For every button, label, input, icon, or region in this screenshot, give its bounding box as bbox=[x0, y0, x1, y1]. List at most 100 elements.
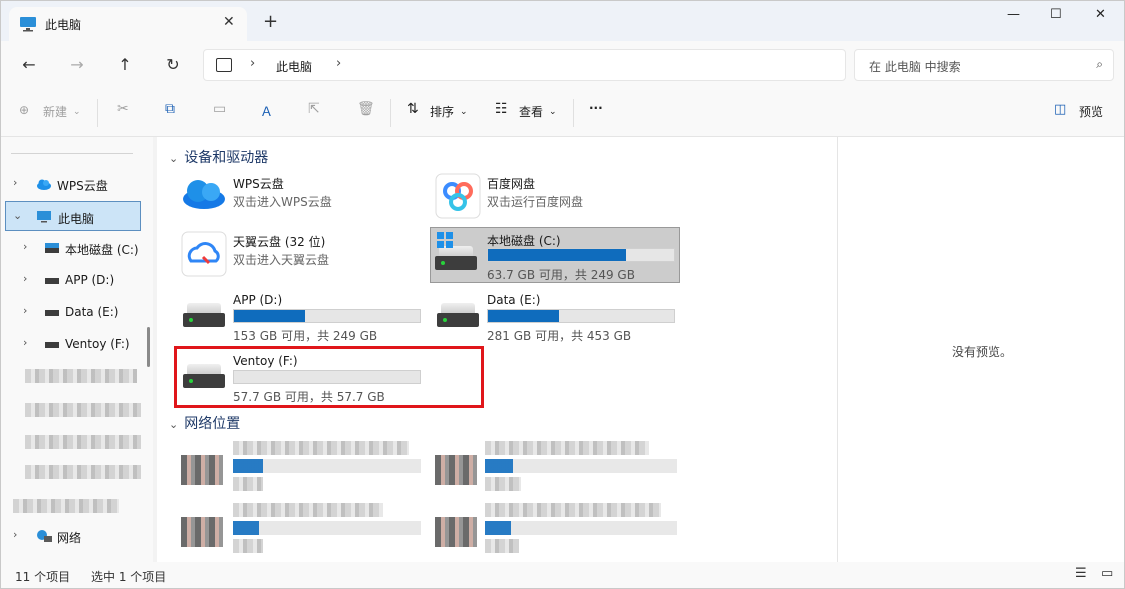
refresh-button[interactable]: ↻ bbox=[162, 54, 184, 76]
network-location-icon[interactable] bbox=[181, 517, 223, 547]
divider bbox=[11, 153, 133, 154]
divider bbox=[573, 99, 574, 127]
search-box[interactable]: 在 此电脑 中搜索 ⌕ bbox=[854, 49, 1114, 81]
tab-title: 此电脑 bbox=[45, 18, 82, 32]
search-input[interactable]: 在 此电脑 中搜索 bbox=[869, 58, 961, 75]
blurred-item[interactable] bbox=[233, 441, 409, 455]
sidebar-item-label: 此电脑 bbox=[58, 212, 95, 226]
sidebar-item-wps-cloud[interactable]: › WPS云盘 bbox=[1, 169, 146, 199]
item-drive-e[interactable]: Data (E:) 281 GB 可用，共 453 GB bbox=[411, 289, 681, 343]
chevron-right-icon[interactable]: › bbox=[23, 304, 27, 317]
blurred-item[interactable] bbox=[485, 459, 677, 473]
highlight-box bbox=[174, 346, 484, 408]
chevron-right-icon[interactable]: › bbox=[23, 240, 27, 253]
chevron-right-icon[interactable]: › bbox=[23, 336, 27, 349]
drive-name: 本地磁盘 (C:) bbox=[487, 234, 561, 248]
new-tab-button[interactable]: + bbox=[263, 13, 278, 31]
minimize-button[interactable]: — bbox=[1007, 7, 1020, 22]
search-icon: ⌕ bbox=[1096, 57, 1103, 71]
tab-this-pc[interactable]: 此电脑 ✕ bbox=[9, 7, 247, 41]
item-name: WPS云盘 bbox=[233, 177, 284, 191]
sidebar-item-label: 网络 bbox=[57, 531, 82, 545]
rename-icon[interactable]: Ａ bbox=[260, 101, 273, 120]
item-drive-c[interactable]: 本地磁盘 (C:) 63.7 GB 可用，共 249 GB bbox=[430, 227, 680, 283]
section-header-devices[interactable]: ⌄ 设备和驱动器 bbox=[169, 147, 268, 167]
chevron-right-icon[interactable]: › bbox=[23, 272, 27, 285]
drive-icon bbox=[45, 310, 59, 316]
drive-icon bbox=[437, 303, 479, 329]
preview-pane-button[interactable]: 预览 bbox=[1079, 103, 1103, 120]
sidebar-item-network[interactable]: › 网络 bbox=[1, 521, 146, 551]
item-count: 11 个项目 bbox=[15, 570, 71, 584]
view-button[interactable]: 查看 bbox=[519, 103, 543, 120]
sort-button[interactable]: 排序 bbox=[430, 103, 454, 120]
chevron-down-icon: ⌄ bbox=[549, 107, 557, 117]
blurred-item[interactable] bbox=[25, 465, 141, 479]
blurred-item[interactable] bbox=[485, 539, 519, 553]
blurred-item[interactable] bbox=[485, 521, 677, 535]
divider bbox=[390, 99, 391, 127]
chevron-down-icon: ⌄ bbox=[73, 107, 81, 117]
network-location-icon[interactable] bbox=[435, 517, 477, 547]
computer-icon bbox=[20, 17, 36, 32]
back-button[interactable]: ← bbox=[18, 54, 40, 76]
sidebar-item-drive-e[interactable]: › Data (E:) bbox=[1, 297, 146, 327]
drive-usage-bar bbox=[487, 248, 675, 262]
delete-icon[interactable]: 🗑 bbox=[357, 101, 375, 117]
chevron-down-icon[interactable]: ⌄ bbox=[13, 209, 22, 222]
forward-button[interactable]: → bbox=[66, 54, 88, 76]
file-explorer-window: 此电脑 ✕ + — ☐ ✕ ← → ↑ ↻ › 此电脑 › 在 此电脑 中搜索 … bbox=[0, 0, 1125, 589]
new-button[interactable]: 新建 bbox=[43, 103, 67, 120]
chevron-right-icon[interactable]: › bbox=[13, 528, 17, 541]
breadcrumb-separator-icon[interactable]: › bbox=[250, 56, 255, 71]
monitor-icon bbox=[216, 58, 232, 72]
more-options-button[interactable]: ··· bbox=[589, 101, 603, 115]
blurred-item[interactable] bbox=[233, 459, 421, 473]
blurred-item[interactable] bbox=[13, 499, 119, 513]
sidebar-scrollbar[interactable] bbox=[147, 327, 150, 367]
tiles-view-icon[interactable]: ▭ bbox=[1101, 566, 1113, 581]
sidebar-item-drive-f[interactable]: › Ventoy (F:) bbox=[1, 329, 146, 359]
paste-icon[interactable]: ▭ bbox=[213, 101, 226, 117]
up-button[interactable]: ↑ bbox=[114, 54, 136, 76]
item-name: 天翼云盘 (32 位) bbox=[233, 235, 326, 249]
maximize-button[interactable]: ☐ bbox=[1050, 7, 1062, 22]
breadcrumb-this-pc[interactable]: 此电脑 bbox=[276, 58, 312, 75]
item-drive-d[interactable]: APP (D:) 153 GB 可用，共 249 GB bbox=[157, 289, 427, 343]
breadcrumb-separator-icon[interactable]: › bbox=[336, 56, 341, 71]
address-bar[interactable]: › 此电脑 › bbox=[203, 49, 846, 81]
blurred-item[interactable] bbox=[25, 403, 141, 417]
share-icon[interactable]: ⇱ bbox=[308, 101, 320, 117]
tab-close-icon[interactable]: ✕ bbox=[223, 14, 235, 30]
close-window-button[interactable]: ✕ bbox=[1095, 7, 1106, 22]
windows-drive-icon bbox=[45, 243, 59, 253]
blurred-item[interactable] bbox=[485, 477, 521, 491]
chevron-down-icon: ⌄ bbox=[169, 418, 179, 431]
network-location-icon[interactable] bbox=[435, 455, 477, 485]
network-location-icon[interactable] bbox=[181, 455, 223, 485]
blurred-item[interactable] bbox=[485, 503, 661, 517]
blurred-item[interactable] bbox=[25, 369, 137, 383]
sidebar-item-label: APP (D:) bbox=[65, 273, 115, 287]
blurred-item[interactable] bbox=[233, 477, 263, 491]
sidebar-item-this-pc[interactable]: ⌄ 此电脑 bbox=[5, 201, 141, 231]
chevron-right-icon[interactable]: › bbox=[13, 176, 17, 189]
blurred-item[interactable] bbox=[233, 539, 263, 553]
computer-icon bbox=[37, 211, 51, 223]
blurred-item[interactable] bbox=[25, 435, 141, 449]
cut-icon[interactable]: ✂ bbox=[117, 101, 129, 117]
sidebar-item-drive-c[interactable]: › 本地磁盘 (C:) bbox=[1, 233, 146, 263]
sidebar-item-drive-d[interactable]: › APP (D:) bbox=[1, 265, 146, 295]
item-description: 双击进入WPS云盘 bbox=[233, 195, 332, 209]
item-tianyi-cloud[interactable]: 天翼云盘 (32 位) 双击进入天翼云盘 bbox=[177, 227, 427, 281]
item-wps-cloud[interactable]: WPS云盘 双击进入WPS云盘 bbox=[177, 169, 427, 223]
blurred-item[interactable] bbox=[233, 503, 383, 517]
blurred-item[interactable] bbox=[485, 441, 649, 455]
blurred-item[interactable] bbox=[233, 521, 421, 535]
copy-icon[interactable]: ⧉ bbox=[165, 101, 175, 117]
section-header-network[interactable]: ⌄ 网络位置 bbox=[169, 413, 240, 433]
item-baidu-netdisk[interactable]: 百度网盘 双击运行百度网盘 bbox=[433, 169, 683, 223]
drive-name: APP (D:) bbox=[233, 293, 283, 307]
tianyi-cloud-icon bbox=[181, 231, 227, 277]
details-view-icon[interactable]: ☰ bbox=[1075, 566, 1087, 581]
